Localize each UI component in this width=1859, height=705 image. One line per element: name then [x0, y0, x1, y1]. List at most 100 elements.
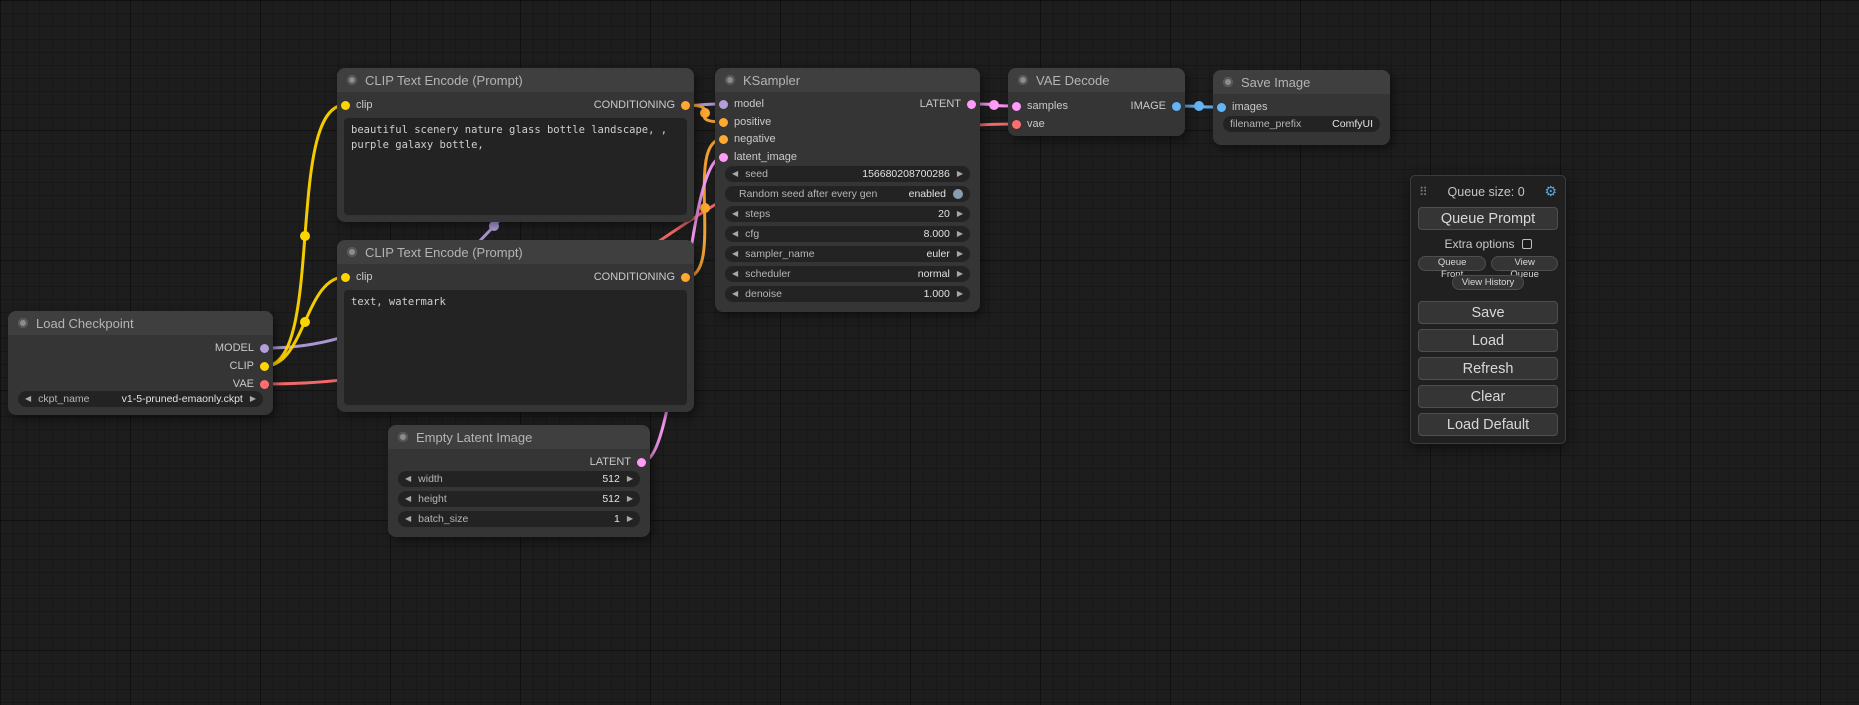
node-title-bar[interactable]: Load Checkpoint: [8, 311, 273, 335]
conditioning-port-icon[interactable]: [681, 273, 690, 282]
decrement-arrow-icon[interactable]: ◀: [732, 286, 738, 302]
widget-batch-size[interactable]: ◀ batch_size 1 ▶: [398, 511, 640, 527]
queue-prompt-button[interactable]: Queue Prompt: [1418, 207, 1558, 230]
port-image-output[interactable]: IMAGE: [1131, 98, 1181, 114]
port-clip-output[interactable]: CLIP: [230, 358, 269, 374]
refresh-button[interactable]: Refresh: [1418, 357, 1558, 380]
port-images-input[interactable]: images: [1217, 99, 1267, 115]
clip-port-icon[interactable]: [260, 362, 269, 371]
negative-prompt-textarea[interactable]: text, watermark: [344, 290, 687, 405]
model-port-icon[interactable]: [719, 100, 728, 109]
increment-arrow-icon[interactable]: ▶: [957, 286, 963, 302]
port-clip-input[interactable]: clip: [341, 269, 373, 285]
collapse-dot-icon[interactable]: [725, 75, 735, 85]
increment-arrow-icon[interactable]: ▶: [957, 226, 963, 242]
port-negative-input[interactable]: negative: [719, 131, 776, 147]
conditioning-port-icon[interactable]: [681, 101, 690, 110]
image-port-icon[interactable]: [1172, 102, 1181, 111]
collapse-dot-icon[interactable]: [1018, 75, 1028, 85]
conditioning-port-icon[interactable]: [719, 118, 728, 127]
queue-front-button[interactable]: Queue Front: [1418, 256, 1486, 271]
latent-port-icon[interactable]: [719, 153, 728, 162]
port-latent-output[interactable]: LATENT: [920, 96, 976, 112]
next-arrow-icon[interactable]: ▶: [957, 266, 963, 282]
drag-handle-icon[interactable]: ⠿: [1419, 185, 1428, 199]
view-history-button[interactable]: View History: [1452, 275, 1525, 290]
decrement-arrow-icon[interactable]: ◀: [732, 166, 738, 182]
decrement-arrow-icon[interactable]: ◀: [405, 471, 411, 487]
widget-height[interactable]: ◀ height 512 ▶: [398, 491, 640, 507]
settings-gear-icon[interactable]: ⚙: [1544, 183, 1557, 200]
widget-sampler-name[interactable]: ◀ sampler_name euler ▶: [725, 246, 970, 262]
node-clip-text-encode-negative[interactable]: CLIP Text Encode (Prompt) clip CONDITION…: [337, 240, 694, 412]
prev-arrow-icon[interactable]: ◀: [732, 246, 738, 262]
node-ksampler[interactable]: KSampler model positive negative latent_…: [715, 68, 980, 312]
widget-width[interactable]: ◀ width 512 ▶: [398, 471, 640, 487]
widget-seed[interactable]: ◀ seed 156680208700286 ▶: [725, 166, 970, 182]
port-latent-output[interactable]: LATENT: [590, 454, 646, 470]
port-clip-input[interactable]: clip: [341, 97, 373, 113]
node-title-bar[interactable]: CLIP Text Encode (Prompt): [337, 240, 694, 264]
widget-scheduler[interactable]: ◀ scheduler normal ▶: [725, 266, 970, 282]
model-port-icon[interactable]: [260, 344, 269, 353]
conditioning-port-icon[interactable]: [719, 135, 728, 144]
node-vae-decode[interactable]: VAE Decode samples vae IMAGE: [1008, 68, 1185, 136]
collapse-dot-icon[interactable]: [18, 318, 28, 328]
save-button[interactable]: Save: [1418, 301, 1558, 324]
toggle-dot-icon[interactable]: [953, 189, 963, 199]
widget-filename-prefix[interactable]: filename_prefix ComfyUI: [1223, 116, 1380, 132]
node-title-bar[interactable]: Save Image: [1213, 70, 1390, 94]
widget-denoise[interactable]: ◀ denoise 1.000 ▶: [725, 286, 970, 302]
extra-options-checkbox[interactable]: [1522, 239, 1532, 249]
latent-port-icon[interactable]: [1012, 102, 1021, 111]
decrement-arrow-icon[interactable]: ◀: [732, 226, 738, 242]
collapse-dot-icon[interactable]: [347, 75, 357, 85]
node-title-bar[interactable]: Empty Latent Image: [388, 425, 650, 449]
prev-arrow-icon[interactable]: ◀: [732, 266, 738, 282]
widget-cfg[interactable]: ◀ cfg 8.000 ▶: [725, 226, 970, 242]
increment-arrow-icon[interactable]: ▶: [957, 166, 963, 182]
clip-port-icon[interactable]: [341, 273, 350, 282]
node-title-bar[interactable]: KSampler: [715, 68, 980, 92]
port-samples-input[interactable]: samples: [1012, 98, 1068, 114]
node-title-bar[interactable]: VAE Decode: [1008, 68, 1185, 92]
queue-panel[interactable]: ⠿ Queue size: 0 ⚙ Queue Prompt Extra opt…: [1410, 175, 1566, 444]
clip-port-icon[interactable]: [341, 101, 350, 110]
vae-port-icon[interactable]: [260, 380, 269, 389]
collapse-dot-icon[interactable]: [347, 247, 357, 257]
port-model-output[interactable]: MODEL: [215, 340, 269, 356]
node-clip-text-encode-positive[interactable]: CLIP Text Encode (Prompt) clip CONDITION…: [337, 68, 694, 222]
latent-port-icon[interactable]: [967, 100, 976, 109]
collapse-dot-icon[interactable]: [1223, 77, 1233, 87]
vae-port-icon[interactable]: [1012, 120, 1021, 129]
graph-canvas[interactable]: Load Checkpoint MODEL CLIP VAE ◀ ckpt_na…: [0, 0, 1859, 705]
node-title-bar[interactable]: CLIP Text Encode (Prompt): [337, 68, 694, 92]
port-model-input[interactable]: model: [719, 96, 764, 112]
collapse-dot-icon[interactable]: [398, 432, 408, 442]
port-conditioning-output[interactable]: CONDITIONING: [594, 97, 690, 113]
widget-random-seed[interactable]: Random seed after every gen enabled: [725, 186, 970, 202]
port-vae-output[interactable]: VAE: [233, 376, 269, 392]
node-empty-latent-image[interactable]: Empty Latent Image LATENT ◀ width 512 ▶ …: [388, 425, 650, 537]
increment-arrow-icon[interactable]: ▶: [627, 491, 633, 507]
port-vae-input[interactable]: vae: [1012, 116, 1045, 132]
load-default-button[interactable]: Load Default: [1418, 413, 1558, 436]
node-save-image[interactable]: Save Image images filename_prefix ComfyU…: [1213, 70, 1390, 145]
increment-arrow-icon[interactable]: ▶: [627, 511, 633, 527]
decrement-arrow-icon[interactable]: ◀: [405, 491, 411, 507]
clear-button[interactable]: Clear: [1418, 385, 1558, 408]
image-port-icon[interactable]: [1217, 103, 1226, 112]
increment-arrow-icon[interactable]: ▶: [957, 206, 963, 222]
load-button[interactable]: Load: [1418, 329, 1558, 352]
widget-ckpt-name[interactable]: ◀ ckpt_name v1-5-pruned-emaonly.ckpt ▶: [18, 391, 263, 407]
port-positive-input[interactable]: positive: [719, 114, 771, 130]
port-latent-image-input[interactable]: latent_image: [719, 149, 797, 165]
decrement-arrow-icon[interactable]: ◀: [732, 206, 738, 222]
node-load-checkpoint[interactable]: Load Checkpoint MODEL CLIP VAE ◀ ckpt_na…: [8, 311, 273, 415]
widget-steps[interactable]: ◀ steps 20 ▶: [725, 206, 970, 222]
positive-prompt-textarea[interactable]: beautiful scenery nature glass bottle la…: [344, 118, 687, 215]
increment-arrow-icon[interactable]: ▶: [627, 471, 633, 487]
decrement-arrow-icon[interactable]: ◀: [405, 511, 411, 527]
next-arrow-icon[interactable]: ▶: [957, 246, 963, 262]
latent-port-icon[interactable]: [637, 458, 646, 467]
